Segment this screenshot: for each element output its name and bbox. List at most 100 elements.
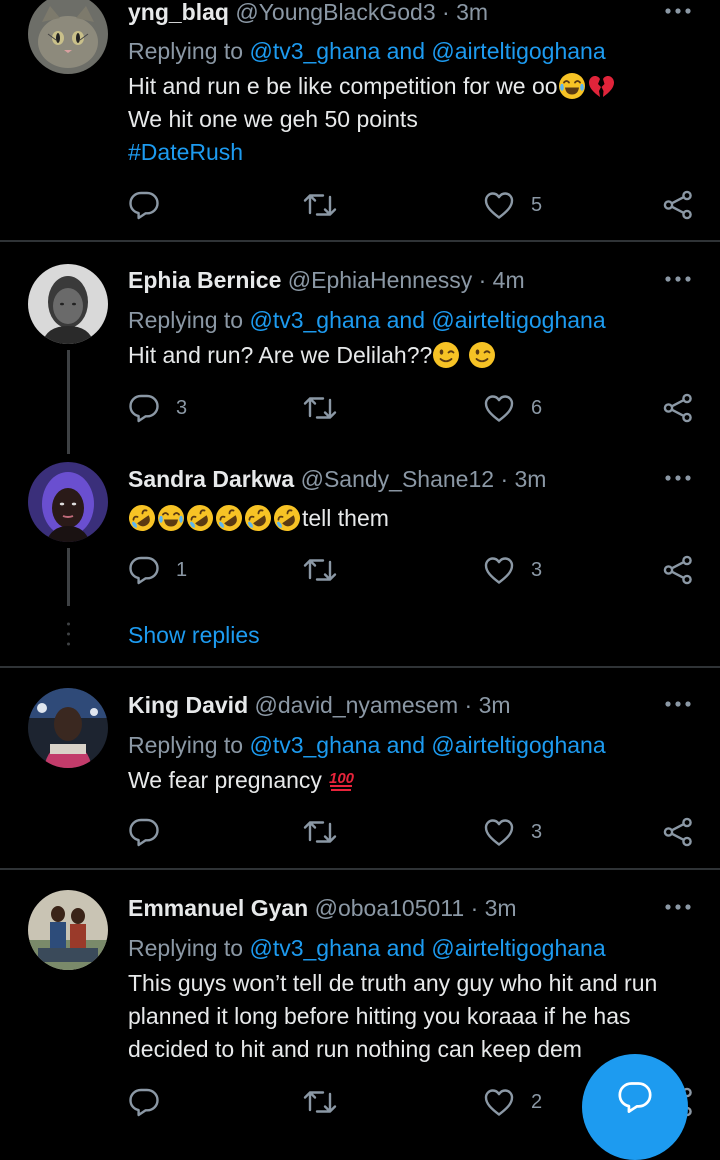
compose-reply-icon [618, 1082, 652, 1113]
more-icon[interactable] [664, 699, 692, 709]
replying-mentions[interactable]: @tv3_ghana and @airteltigoghana [249, 307, 605, 333]
tweet-yng-blaq[interactable]: yng_blaq @YoungBlackGod3 · 3m Replying t… [0, 0, 720, 240]
tweet-text: Hit and run? Are we Delilah?? [128, 339, 497, 372]
replying-mentions[interactable]: @tv3_ghana and @airteltigoghana [249, 935, 605, 961]
compose-reply-button[interactable] [582, 1054, 688, 1160]
handle[interactable]: @EphiaHennessy [288, 267, 472, 293]
avatar[interactable] [28, 264, 108, 344]
avatar[interactable] [28, 890, 108, 970]
display-name[interactable]: King David [128, 692, 248, 718]
tweet-actions: 3 [0, 816, 720, 848]
retweet-button[interactable] [302, 392, 354, 424]
tweet-text-line: Hit and run e be like competition for we… [128, 73, 558, 99]
timestamp: · 4m [478, 267, 525, 293]
more-icon[interactable] [664, 274, 692, 284]
display-name[interactable]: yng_blaq [128, 0, 229, 25]
replying-mentions[interactable]: @tv3_ghana and @airteltigoghana [249, 38, 605, 64]
rolling-on-floor-laughing-icon [215, 504, 243, 532]
tweet-text: This guys won’t tell de truth any guy wh… [128, 967, 657, 1066]
avatar[interactable] [28, 0, 108, 74]
like-button[interactable]: 3 [483, 554, 542, 586]
tweet-text-line: decided to hit and run nothing can keep … [128, 1036, 582, 1062]
retweet-button[interactable] [302, 554, 354, 586]
handle[interactable]: @Sandy_Shane12 [301, 466, 494, 492]
share-button[interactable] [662, 554, 694, 586]
share-button[interactable] [662, 816, 694, 848]
more-icon[interactable] [664, 902, 692, 912]
share-icon [662, 554, 694, 586]
display-name[interactable]: Ephia Bernice [128, 267, 281, 293]
winking-face-icon [432, 341, 460, 369]
share-icon [662, 816, 694, 848]
more-icon[interactable] [664, 473, 692, 483]
replying-label: Replying to [128, 307, 244, 333]
tweet-ephia-bernice[interactable]: Ephia Bernice @EphiaHennessy · 4m Replyi… [0, 242, 720, 454]
tweet-text: tell them [128, 502, 389, 535]
like-icon [483, 392, 515, 424]
like-count: 2 [531, 1090, 543, 1113]
reply-icon [128, 816, 160, 848]
timestamp: · 3m [464, 692, 511, 718]
like-button[interactable]: 2 [483, 1086, 542, 1118]
display-name[interactable]: Sandra Darkwa [128, 466, 294, 492]
timestamp: · 3m [470, 895, 517, 921]
avatar[interactable] [28, 688, 108, 768]
handle[interactable]: @david_nyamesem [255, 692, 459, 718]
replying-label: Replying to [128, 935, 244, 961]
tweet-text-line: planned it long before hitting you koraa… [128, 1003, 631, 1029]
more-icon[interactable] [664, 6, 692, 16]
tweet-text-line: tell them [302, 505, 389, 531]
handle[interactable]: @oboa105011 [315, 895, 465, 921]
retweet-icon [302, 816, 338, 848]
like-count: 3 [531, 820, 543, 843]
broken-heart-icon [587, 72, 615, 100]
share-icon [662, 392, 694, 424]
reply-icon [128, 554, 160, 586]
reply-button[interactable] [128, 189, 176, 221]
like-icon [483, 554, 515, 586]
tweet-text-line: We fear pregnancy [128, 767, 322, 793]
reply-count: 3 [176, 396, 188, 419]
winking-face-icon [468, 341, 496, 369]
reply-count: 1 [176, 558, 188, 581]
tweet-text: We fear pregnancy [128, 764, 357, 797]
rolling-on-floor-laughing-icon [186, 504, 214, 532]
hashtag-link[interactable]: #DateRush [128, 136, 616, 169]
tweet-actions: 5 [0, 189, 720, 221]
replying-mentions[interactable]: @tv3_ghana and @airteltigoghana [249, 732, 605, 758]
retweet-button[interactable] [302, 816, 354, 848]
rolling-on-floor-laughing-icon [128, 504, 156, 532]
like-button[interactable]: 5 [483, 189, 542, 221]
tweet-king-david[interactable]: King David @david_nyamesem · 3m Replying… [0, 668, 720, 868]
like-icon [483, 816, 515, 848]
retweet-button[interactable] [302, 1086, 354, 1118]
like-button[interactable]: 6 [483, 392, 542, 424]
replying-label: Replying to [128, 38, 244, 64]
retweet-icon [302, 189, 338, 221]
rolling-on-floor-laughing-icon [273, 504, 301, 532]
retweet-button[interactable] [302, 189, 354, 221]
reply-button[interactable]: 3 [128, 392, 187, 424]
share-button[interactable] [662, 392, 694, 424]
like-button[interactable]: 3 [483, 816, 542, 848]
reply-icon [128, 392, 160, 424]
tweet-text-line: Hit and run? Are we Delilah?? [128, 342, 433, 368]
tweet-actions: 3 6 [0, 392, 720, 424]
reply-button[interactable] [128, 1086, 176, 1118]
face-with-tears-of-joy-icon [558, 72, 586, 100]
tweet-sandra-darkwa[interactable]: Sandra Darkwa @Sandy_Shane12 · 3m tell t… [0, 442, 720, 666]
avatar[interactable] [28, 462, 108, 542]
share-button[interactable] [662, 189, 694, 221]
display-name[interactable]: Emmanuel Gyan [128, 895, 308, 921]
tweet-text-line: This guys won’t tell de truth any guy wh… [128, 970, 658, 996]
face-with-tears-of-joy-icon [157, 504, 185, 532]
like-icon [483, 189, 515, 221]
like-count: 3 [531, 558, 543, 581]
reply-icon [128, 189, 160, 221]
tweet-text: Hit and run e be like competition for we… [128, 70, 616, 169]
show-replies-link[interactable]: Show replies [128, 622, 260, 649]
handle[interactable]: @YoungBlackGod3 [235, 0, 435, 25]
reply-button[interactable]: 1 [128, 554, 187, 586]
reply-button[interactable] [128, 816, 176, 848]
hundred-points-icon [328, 766, 356, 794]
